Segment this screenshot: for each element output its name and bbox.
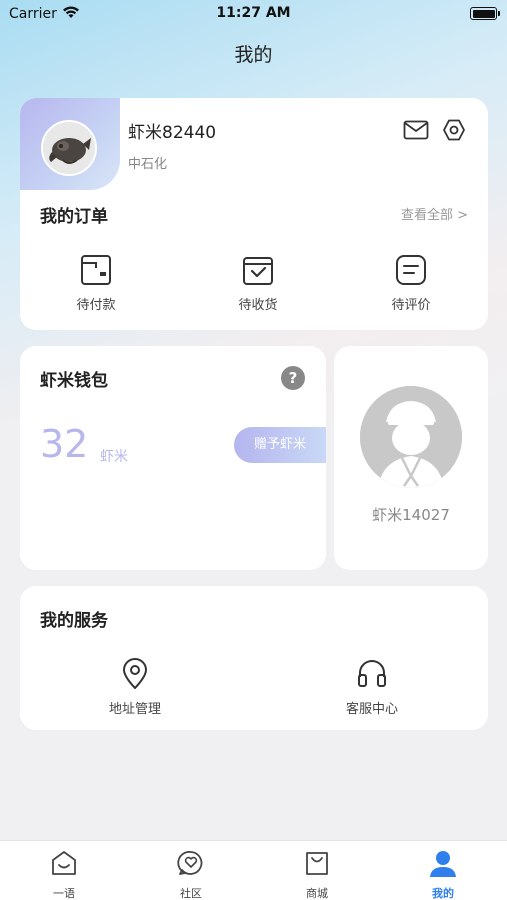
wallet-unit: 虾米	[100, 449, 128, 465]
wallet-icon	[46, 254, 146, 290]
wallet-card: 虾米钱包 ? 32 虾米 赠予虾米	[20, 346, 326, 570]
friend-name: 虾米14027	[372, 506, 450, 524]
shopping-bag-icon	[277, 849, 357, 879]
view-all-orders-link[interactable]: 查看全部 >	[401, 204, 468, 223]
services-title: 我的服务	[40, 611, 108, 631]
community-icon	[151, 849, 231, 879]
status-bar: Carrier 11:27 AM	[0, 0, 507, 30]
wallet-balance: 32	[40, 422, 89, 466]
service-label: 地址管理	[108, 702, 161, 717]
tab-mine[interactable]: 我的	[403, 849, 483, 900]
tab-yiyu[interactable]: 一语	[24, 849, 104, 900]
friend-card[interactable]: 虾米14027	[334, 346, 488, 570]
order-item-label: 待评价	[391, 298, 431, 313]
tab-label: 我的	[432, 887, 454, 900]
person-icon	[403, 849, 483, 879]
service-address-management[interactable]: 地址管理	[75, 658, 195, 717]
order-item-label: 待收货	[238, 298, 278, 313]
profile-card: 虾米82440 中石化 我的订单 查看全部 > 待付款 待收货 待评价	[20, 98, 488, 330]
order-pending-review[interactable]: 待评价	[361, 254, 461, 313]
tab-bar: 一语 社区 商城 我的	[0, 840, 507, 900]
location-pin-icon	[75, 658, 195, 690]
tab-mall[interactable]: 商城	[277, 849, 357, 900]
order-pending-payment[interactable]: 待付款	[46, 254, 146, 313]
company-name: 中石化	[128, 157, 168, 172]
wallet-title: 虾米钱包	[40, 371, 108, 391]
avatar[interactable]	[41, 120, 97, 176]
service-customer-center[interactable]: 客服中心	[312, 658, 432, 717]
home-icon	[24, 849, 104, 879]
help-icon[interactable]: ?	[281, 366, 305, 390]
order-pending-delivery[interactable]: 待收货	[208, 254, 308, 313]
services-card: 我的服务 地址管理 客服中心	[20, 586, 488, 730]
review-note-icon	[361, 254, 461, 290]
service-label: 客服中心	[345, 702, 398, 717]
mail-icon[interactable]	[402, 116, 430, 144]
tab-community[interactable]: 社区	[151, 849, 231, 900]
tab-label: 商城	[306, 887, 328, 900]
username: 虾米82440	[128, 123, 217, 143]
settings-icon[interactable]	[440, 116, 468, 144]
orders-title: 我的订单	[40, 207, 108, 227]
clock: 11:27 AM	[216, 5, 291, 21]
gift-shrimp-button[interactable]: 赠予虾米	[234, 427, 326, 463]
page-title: 我的	[234, 44, 273, 66]
order-item-label: 待付款	[76, 298, 116, 313]
delivery-box-icon	[208, 254, 308, 290]
headset-icon	[312, 658, 432, 690]
default-avatar-icon	[360, 386, 462, 488]
tab-label: 一语	[53, 887, 75, 900]
battery-icon	[470, 7, 500, 20]
tab-label: 社区	[180, 887, 202, 900]
